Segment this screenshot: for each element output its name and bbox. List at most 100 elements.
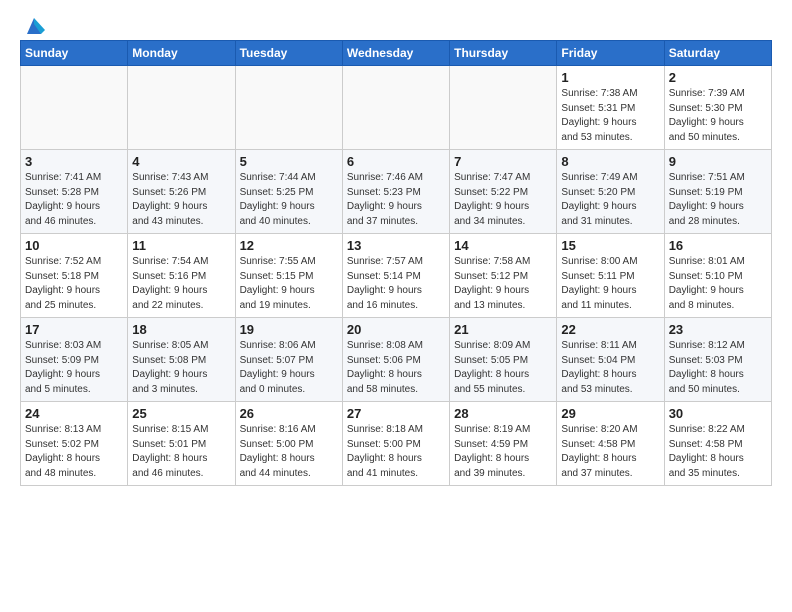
day-info: Sunrise: 7:46 AM Sunset: 5:23 PM Dayligh… [347, 171, 445, 229]
col-header-wednesday: Wednesday [342, 41, 449, 66]
logo [20, 16, 46, 30]
calendar-cell: 26 Sunrise: 8:16 AM Sunset: 5:00 PM Dayli… [235, 402, 342, 486]
day-info: Sunrise: 8:06 AM Sunset: 5:07 PM Dayligh… [240, 339, 338, 397]
day-number: 3 [25, 154, 123, 169]
col-header-tuesday: Tuesday [235, 41, 342, 66]
calendar-cell [235, 66, 342, 150]
day-number: 23 [669, 322, 767, 337]
day-info: Sunrise: 7:58 AM Sunset: 5:12 PM Dayligh… [454, 255, 552, 313]
day-info: Sunrise: 7:44 AM Sunset: 5:25 PM Dayligh… [240, 171, 338, 229]
calendar-cell: 7 Sunrise: 7:47 AM Sunset: 5:22 PM Daylig… [450, 150, 557, 234]
calendar-cell: 21Sunrise: 8:09 AM Sunset: 5:05 PM Dayli… [450, 318, 557, 402]
logo-icon [23, 16, 45, 34]
calendar-cell: 11 Sunrise: 7:54 AM Sunset: 5:16 PM Dayli… [128, 234, 235, 318]
calendar-cell: 18 Sunrise: 8:05 AM Sunset: 5:08 PM Dayli… [128, 318, 235, 402]
calendar-cell: 30Sunrise: 8:22 AM Sunset: 4:58 PM Dayli… [664, 402, 771, 486]
page: SundayMondayTuesdayWednesdayThursdayFrid… [0, 0, 792, 496]
day-number: 10 [25, 238, 123, 253]
day-number: 8 [561, 154, 659, 169]
day-number: 24 [25, 406, 123, 421]
day-number: 26 [240, 406, 338, 421]
calendar-cell: 3 Sunrise: 7:41 AM Sunset: 5:28 PM Daylig… [21, 150, 128, 234]
calendar-cell: 6 Sunrise: 7:46 AM Sunset: 5:23 PM Daylig… [342, 150, 449, 234]
calendar-cell: 1 Sunrise: 7:38 AM Sunset: 5:31 PM Daylig… [557, 66, 664, 150]
calendar-cell [342, 66, 449, 150]
calendar-cell: 9 Sunrise: 7:51 AM Sunset: 5:19 PM Daylig… [664, 150, 771, 234]
day-number: 19 [240, 322, 338, 337]
calendar-cell: 22 Sunrise: 8:11 AM Sunset: 5:04 PM Dayli… [557, 318, 664, 402]
day-info: Sunrise: 8:12 AM Sunset: 5:03 PM Dayligh… [669, 339, 767, 397]
day-number: 27 [347, 406, 445, 421]
day-info: Sunrise: 7:55 AM Sunset: 5:15 PM Dayligh… [240, 255, 338, 313]
calendar-cell: 24 Sunrise: 8:13 AM Sunset: 5:02 PM Dayli… [21, 402, 128, 486]
day-number: 29 [561, 406, 659, 421]
day-number: 15 [561, 238, 659, 253]
calendar-cell: 4 Sunrise: 7:43 AM Sunset: 5:26 PM Daylig… [128, 150, 235, 234]
calendar-cell: 14 Sunrise: 7:58 AM Sunset: 5:12 PM Dayli… [450, 234, 557, 318]
calendar-cell [21, 66, 128, 150]
day-number: 14 [454, 238, 552, 253]
calendar-cell: 25 Sunrise: 8:15 AM Sunset: 5:01 PM Dayli… [128, 402, 235, 486]
day-info: Sunrise: 7:41 AM Sunset: 5:28 PM Dayligh… [25, 171, 123, 229]
day-number: 4 [132, 154, 230, 169]
day-number: 18 [132, 322, 230, 337]
day-number: 13 [347, 238, 445, 253]
day-info: Sunrise: 8:13 AM Sunset: 5:02 PM Dayligh… [25, 423, 123, 481]
day-info: Sunrise: 8:20 AM Sunset: 4:58 PM Dayligh… [561, 423, 659, 481]
calendar-cell: 29 Sunrise: 8:20 AM Sunset: 4:58 PM Dayli… [557, 402, 664, 486]
day-number: 17 [25, 322, 123, 337]
day-number: 25 [132, 406, 230, 421]
calendar-cell: 13 Sunrise: 7:57 AM Sunset: 5:14 PM Dayli… [342, 234, 449, 318]
day-info: Sunrise: 7:38 AM Sunset: 5:31 PM Dayligh… [561, 87, 659, 145]
day-number: 2 [669, 70, 767, 85]
day-number: 9 [669, 154, 767, 169]
day-info: Sunrise: 7:57 AM Sunset: 5:14 PM Dayligh… [347, 255, 445, 313]
day-number: 5 [240, 154, 338, 169]
calendar-cell: 17 Sunrise: 8:03 AM Sunset: 5:09 PM Dayli… [21, 318, 128, 402]
calendar-cell: 28Sunrise: 8:19 AM Sunset: 4:59 PM Dayli… [450, 402, 557, 486]
day-info: Sunrise: 8:08 AM Sunset: 5:06 PM Dayligh… [347, 339, 445, 397]
calendar-cell: 12 Sunrise: 7:55 AM Sunset: 5:15 PM Dayli… [235, 234, 342, 318]
calendar-cell: 10Sunrise: 7:52 AM Sunset: 5:18 PM Dayli… [21, 234, 128, 318]
day-number: 1 [561, 70, 659, 85]
day-number: 16 [669, 238, 767, 253]
day-info: Sunrise: 8:11 AM Sunset: 5:04 PM Dayligh… [561, 339, 659, 397]
calendar-cell: 19 Sunrise: 8:06 AM Sunset: 5:07 PM Dayli… [235, 318, 342, 402]
day-info: Sunrise: 8:15 AM Sunset: 5:01 PM Dayligh… [132, 423, 230, 481]
day-number: 22 [561, 322, 659, 337]
calendar-cell: 16 Sunrise: 8:01 AM Sunset: 5:10 PM Dayli… [664, 234, 771, 318]
day-info: Sunrise: 7:51 AM Sunset: 5:19 PM Dayligh… [669, 171, 767, 229]
day-info: Sunrise: 7:39 AM Sunset: 5:30 PM Dayligh… [669, 87, 767, 145]
day-info: Sunrise: 8:16 AM Sunset: 5:00 PM Dayligh… [240, 423, 338, 481]
day-info: Sunrise: 8:05 AM Sunset: 5:08 PM Dayligh… [132, 339, 230, 397]
col-header-friday: Friday [557, 41, 664, 66]
day-number: 7 [454, 154, 552, 169]
day-number: 12 [240, 238, 338, 253]
calendar-cell: 2 Sunrise: 7:39 AM Sunset: 5:30 PM Daylig… [664, 66, 771, 150]
day-info: Sunrise: 7:47 AM Sunset: 5:22 PM Dayligh… [454, 171, 552, 229]
calendar-table: SundayMondayTuesdayWednesdayThursdayFrid… [20, 40, 772, 486]
col-header-sunday: Sunday [21, 41, 128, 66]
day-info: Sunrise: 7:49 AM Sunset: 5:20 PM Dayligh… [561, 171, 659, 229]
calendar-cell: 23 Sunrise: 8:12 AM Sunset: 5:03 PM Dayli… [664, 318, 771, 402]
calendar-cell: 20 Sunrise: 8:08 AM Sunset: 5:06 PM Dayli… [342, 318, 449, 402]
day-number: 11 [132, 238, 230, 253]
calendar-cell: 15Sunrise: 8:00 AM Sunset: 5:11 PM Dayli… [557, 234, 664, 318]
calendar-cell: 5 Sunrise: 7:44 AM Sunset: 5:25 PM Daylig… [235, 150, 342, 234]
header [20, 16, 772, 30]
day-info: Sunrise: 7:43 AM Sunset: 5:26 PM Dayligh… [132, 171, 230, 229]
day-info: Sunrise: 8:01 AM Sunset: 5:10 PM Dayligh… [669, 255, 767, 313]
col-header-monday: Monday [128, 41, 235, 66]
day-info: Sunrise: 7:54 AM Sunset: 5:16 PM Dayligh… [132, 255, 230, 313]
calendar-cell: 27 Sunrise: 8:18 AM Sunset: 5:00 PM Dayli… [342, 402, 449, 486]
day-number: 6 [347, 154, 445, 169]
day-info: Sunrise: 8:03 AM Sunset: 5:09 PM Dayligh… [25, 339, 123, 397]
day-info: Sunrise: 8:09 AM Sunset: 5:05 PM Dayligh… [454, 339, 552, 397]
day-number: 30 [669, 406, 767, 421]
day-info: Sunrise: 8:18 AM Sunset: 5:00 PM Dayligh… [347, 423, 445, 481]
day-number: 20 [347, 322, 445, 337]
col-header-thursday: Thursday [450, 41, 557, 66]
calendar-cell [450, 66, 557, 150]
calendar-cell [128, 66, 235, 150]
day-number: 28 [454, 406, 552, 421]
